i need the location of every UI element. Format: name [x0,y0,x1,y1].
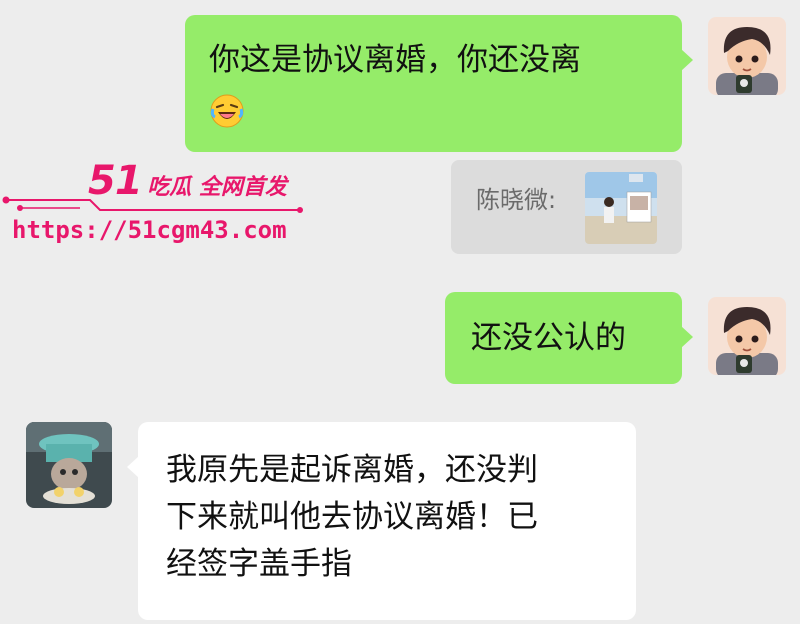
contact-avatar[interactable] [26,422,112,508]
watermark-url: https://51cgm43.com [12,216,287,244]
site-watermark: 51 吃瓜 全网首发 https://51cgm43.com [0,150,320,260]
outgoing-message-bubble[interactable]: 还没公认的 [445,292,693,384]
laughing-tears-emoji-icon [209,93,245,129]
watermark-circuit-decoration [2,196,303,213]
my-avatar[interactable] [708,17,786,95]
message-text-line: 经签字盖手指 [166,546,352,582]
quote-sender: 陈晓微: [476,186,557,214]
outgoing-message-bubble[interactable]: 你这是协议离婚，你还没离 [185,15,693,152]
my-avatar[interactable] [708,297,786,375]
quote-image-thumbnail[interactable] [585,172,657,244]
message-text: 还没公认的 [471,320,626,356]
incoming-message-bubble[interactable]: 我原先是起诉离婚，还没判 下来就叫他去协议离婚！已 经签字盖手指 [127,422,636,620]
quoted-message[interactable]: 陈晓微: [451,160,682,254]
message-text-line: 下来就叫他去协议离婚！已 [166,499,538,535]
message-text: 你这是协议离婚，你还没离 [209,42,581,78]
message-text-line: 我原先是起诉离婚，还没判 [166,452,538,488]
